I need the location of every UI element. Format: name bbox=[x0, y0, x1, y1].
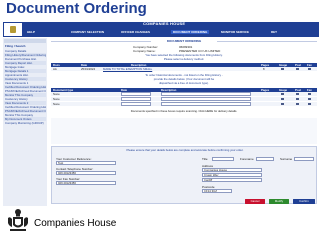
sidebar-item[interactable]: Company Monitoring (GROUP) bbox=[4, 121, 46, 125]
fax-checkbox[interactable] bbox=[308, 67, 311, 71]
description-field[interactable] bbox=[161, 92, 251, 96]
main-content: DOCUMENT ORDERING Company Number: 060993… bbox=[49, 38, 319, 206]
table-row: None bbox=[51, 97, 317, 101]
forename-input[interactable] bbox=[256, 157, 274, 161]
crest-icon[interactable] bbox=[4, 23, 22, 36]
brand-title: COMPANIES HOUSE bbox=[143, 21, 186, 26]
image-checkbox[interactable] bbox=[281, 92, 284, 96]
panel-notice: Please ensure that your details below ar… bbox=[126, 148, 244, 152]
nav-help[interactable]: HELP bbox=[27, 30, 35, 34]
doc-pages: 8 bbox=[263, 67, 265, 71]
title-label: Title bbox=[202, 157, 208, 161]
post-checkbox[interactable] bbox=[296, 67, 299, 71]
nav-monitor-service[interactable]: MONITOR SERVICE bbox=[221, 30, 249, 34]
confirm-button[interactable]: Confirm bbox=[293, 199, 315, 204]
doc-date: 25/01/2024 bbox=[81, 67, 95, 71]
slide-title: Document Ordering bbox=[6, 0, 147, 17]
fax-checkbox[interactable] bbox=[308, 92, 311, 96]
post-checkbox[interactable] bbox=[296, 97, 299, 101]
image-checkbox[interactable] bbox=[281, 97, 284, 101]
contact-phone-input[interactable]: 029 20123456 bbox=[56, 171, 116, 175]
address-line-2-input[interactable]: Crown Way bbox=[202, 173, 262, 177]
spacer-area bbox=[51, 118, 317, 144]
address-input[interactable]: Companies House bbox=[202, 168, 262, 172]
fax-input[interactable]: 029 20123456 bbox=[56, 181, 116, 185]
doc-type-select[interactable]: None bbox=[53, 97, 60, 101]
nav-document-ordering[interactable]: DOCUMENT ORDERING bbox=[171, 30, 210, 34]
date-field[interactable] bbox=[121, 102, 151, 106]
customer-ref-input[interactable]: Test bbox=[56, 161, 116, 165]
cancel-button[interactable]: Cancel bbox=[245, 199, 265, 204]
page-title: DOCUMENT ORDERING bbox=[49, 39, 319, 43]
notice-scanning: Documents specified in these boxes requi… bbox=[130, 109, 238, 113]
doc-description[interactable]: MADE TO TOTAL EXEMPTION SMALL bbox=[103, 67, 152, 71]
fax-checkbox[interactable] bbox=[308, 102, 311, 106]
sidebar: Filing / Search Company Details Filing H… bbox=[3, 38, 47, 206]
sidebar-header: Filing / Search bbox=[5, 44, 26, 48]
nav-ret[interactable]: RET bbox=[271, 30, 277, 34]
modify-button[interactable]: Modify bbox=[269, 199, 289, 204]
doc-type-select[interactable]: None bbox=[53, 92, 60, 96]
header-bar: COMPANIES HOUSE HELP COMPANY SELECTION O… bbox=[3, 21, 319, 37]
image-checkbox[interactable] bbox=[281, 67, 284, 71]
table-row: None bbox=[51, 92, 317, 96]
post-checkbox[interactable] bbox=[296, 92, 299, 96]
surname-input[interactable] bbox=[294, 157, 314, 161]
doc-type-select[interactable]: None bbox=[53, 102, 60, 106]
image-checkbox[interactable] bbox=[281, 102, 284, 106]
description-field[interactable] bbox=[161, 97, 251, 101]
title-input[interactable] bbox=[212, 157, 234, 161]
table-row: AA 25/01/2024 MADE TO TOTAL EXEMPTION SM… bbox=[51, 67, 317, 71]
forename-label: Forename bbox=[240, 157, 254, 161]
description-field[interactable] bbox=[161, 102, 251, 106]
nav-company-selection[interactable]: COMPANY SELECTION bbox=[71, 30, 104, 34]
notice-delivery: Please select a delivery method. bbox=[163, 57, 205, 61]
notice-dispatch: dispatched via a Fee of document type). bbox=[159, 81, 209, 85]
date-field[interactable] bbox=[121, 92, 151, 96]
fax-checkbox[interactable] bbox=[308, 97, 311, 101]
postcode-input[interactable]: CF14 3UZ bbox=[202, 189, 232, 193]
customer-details-panel: Please ensure that your details below ar… bbox=[51, 146, 317, 204]
table-row: None bbox=[51, 102, 317, 106]
app-screenshot: COMPANIES HOUSE HELP COMPANY SELECTION O… bbox=[3, 21, 319, 206]
footer-brand: Companies House bbox=[34, 218, 117, 229]
doc-type: AA bbox=[53, 67, 57, 71]
surname-label: Surname bbox=[280, 157, 293, 161]
post-checkbox[interactable] bbox=[296, 102, 299, 106]
nav-officer-changes[interactable]: OFFICER CHANGES bbox=[121, 30, 150, 34]
royal-crest-icon bbox=[8, 209, 28, 231]
sidebar-search-box[interactable] bbox=[4, 39, 46, 43]
city-input[interactable]: Cardiff bbox=[202, 178, 262, 182]
date-field[interactable] bbox=[121, 97, 151, 101]
